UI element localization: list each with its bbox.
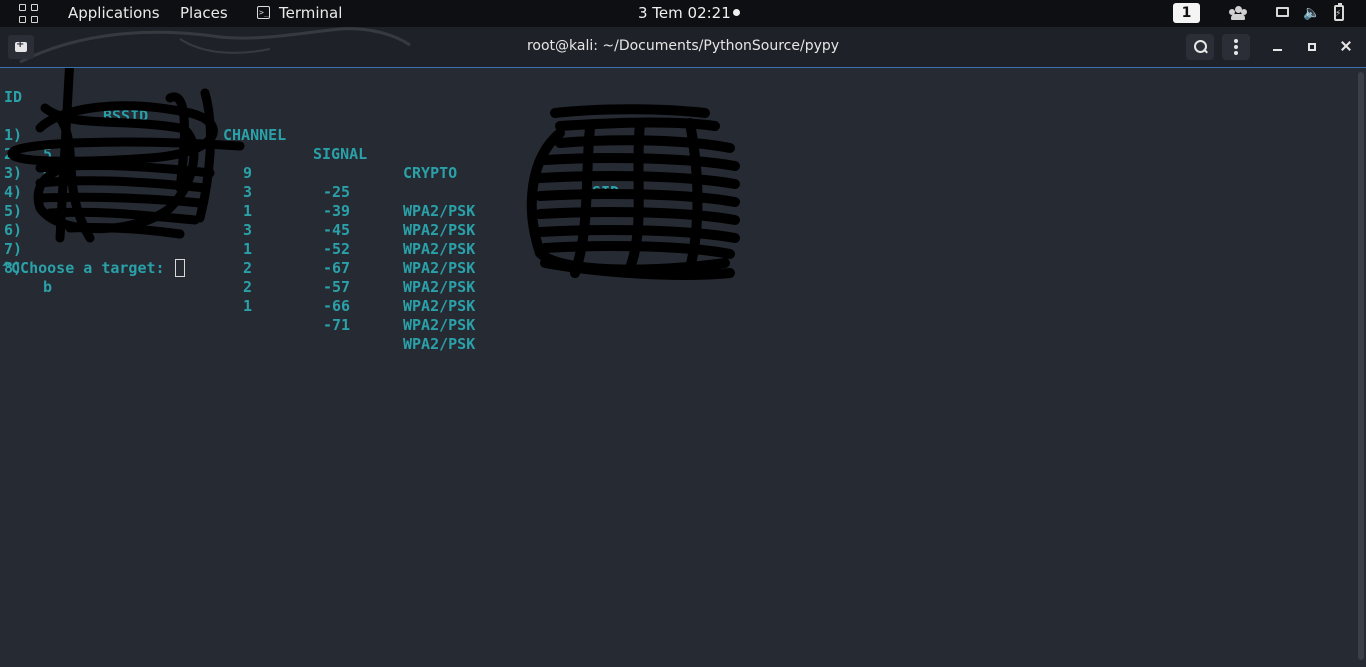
terminal-app-icon[interactable]: >_ bbox=[257, 6, 270, 19]
scrollbar[interactable] bbox=[1356, 68, 1366, 667]
screen-icon[interactable] bbox=[1276, 7, 1289, 17]
row-signal: -39 bbox=[323, 202, 351, 220]
applications-menu[interactable]: Applications bbox=[68, 4, 160, 22]
row-bssid: e bbox=[43, 164, 53, 182]
table-row: 7) 2 -66 WPA2/PSK bbox=[2, 221, 475, 334]
terminal-output[interactable]: ID BSSID CHANNEL SIGNAL CRYPTO SSID 1) 5… bbox=[0, 68, 1356, 667]
row-crypto: WPA2/PSK bbox=[403, 202, 476, 220]
row-crypto: WPA2/PSK bbox=[403, 297, 476, 315]
table-row: 4) 3 -52 WPA2/PSK bbox=[2, 164, 475, 277]
apps-grid-icon[interactable] bbox=[19, 4, 38, 23]
search-button[interactable] bbox=[1186, 34, 1214, 60]
row-crypto: WPA2/PSK bbox=[403, 316, 476, 334]
row-signal: -71 bbox=[323, 316, 351, 334]
row-bssid: b bbox=[43, 278, 53, 296]
row-signal: -52 bbox=[323, 240, 351, 258]
row-channel: 2 bbox=[243, 278, 253, 296]
header-crypto: CRYPTO bbox=[403, 164, 458, 182]
people-icon[interactable] bbox=[1229, 6, 1247, 20]
workspace-indicator[interactable]: 1 bbox=[1173, 3, 1200, 23]
places-menu[interactable]: Places bbox=[180, 4, 228, 22]
battery-charging-icon[interactable] bbox=[1334, 3, 1344, 22]
row-channel: 3 bbox=[243, 221, 253, 239]
close-button[interactable] bbox=[1338, 39, 1354, 55]
clock[interactable]: 3 Tem 02:21 bbox=[638, 4, 731, 22]
row-channel: 1 bbox=[243, 297, 253, 315]
prompt-text: ^CChoose a target: bbox=[2, 259, 174, 277]
row-crypto: WPA2/PSK bbox=[403, 259, 476, 277]
row-channel: 1 bbox=[243, 240, 253, 258]
volume-muted-icon[interactable]: 🔈 bbox=[1303, 5, 1320, 21]
row-channel: 3 bbox=[243, 183, 253, 201]
row-channel: 2 bbox=[243, 259, 253, 277]
terminal-headerbar: + root@kali: ~/Documents/PythonSource/py… bbox=[0, 27, 1366, 68]
header-id: ID bbox=[4, 88, 23, 106]
row-crypto: WPA2/PSK bbox=[403, 221, 476, 239]
row-crypto: WPA2/PSK bbox=[403, 240, 476, 258]
table-row: 6) 2 -57 WPA2/PSK bbox=[2, 202, 475, 315]
table-row: 2) e 3 -39 WPA2/PSK bbox=[2, 126, 475, 239]
table-row: 3) 1 -45 WPA2/PSK bbox=[2, 145, 475, 258]
table-row: 1) 5 9 -25 WPA2/PSK bbox=[2, 107, 475, 220]
row-channel: 9 bbox=[243, 164, 253, 182]
table-row: 5) 1 -67 WPA2/PSK bbox=[2, 183, 475, 296]
top-bar: Applications Places >_ Terminal 3 Tem 02… bbox=[0, 0, 1366, 27]
header-channel: CHANNEL bbox=[223, 126, 287, 144]
row-signal: -45 bbox=[323, 221, 351, 239]
row-signal: -66 bbox=[323, 297, 351, 315]
minimize-button[interactable] bbox=[1270, 39, 1286, 55]
menu-button[interactable] bbox=[1222, 34, 1250, 60]
table-row: 8) b 1 -71 WPA2/PSK bbox=[2, 240, 475, 353]
notification-dot-icon bbox=[733, 9, 740, 16]
row-crypto: WPA2/PSK bbox=[403, 278, 476, 296]
maximize-button[interactable] bbox=[1304, 39, 1320, 55]
window-title: root@kali: ~/Documents/PythonSource/pypy bbox=[526, 38, 840, 54]
input-prompt[interactable]: ^CChoose a target: bbox=[2, 259, 185, 277]
scrollbar-thumb[interactable] bbox=[1358, 72, 1364, 660]
text-cursor bbox=[174, 259, 185, 277]
header-signal: SIGNAL bbox=[313, 145, 368, 163]
terminal-app-menu[interactable]: Terminal bbox=[279, 4, 342, 22]
table-header-row: ID BSSID CHANNEL SIGNAL CRYPTO SSID bbox=[2, 69, 619, 201]
row-channel: 1 bbox=[243, 202, 253, 220]
row-crypto: WPA2/PSK bbox=[403, 335, 476, 353]
header-bssid: BSSID bbox=[103, 107, 149, 125]
row-signal: -67 bbox=[323, 259, 351, 277]
row-signal: -57 bbox=[323, 278, 351, 296]
header-ssid: SSID bbox=[583, 183, 620, 201]
row-bssid: 5 bbox=[43, 145, 53, 163]
row-signal: -25 bbox=[323, 183, 351, 201]
